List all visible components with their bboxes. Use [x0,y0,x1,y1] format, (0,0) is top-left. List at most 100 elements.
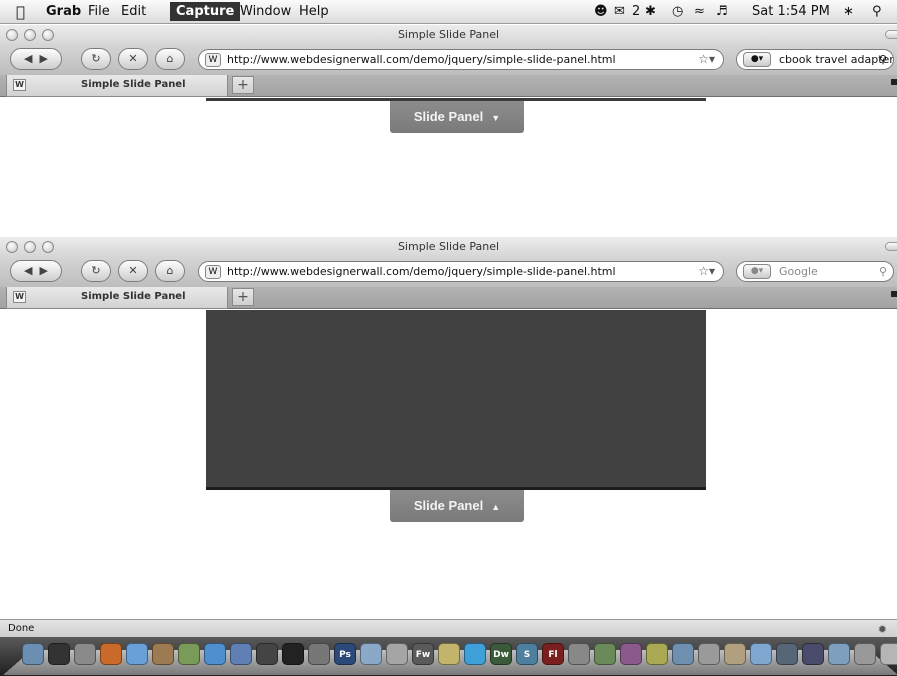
toolbar-toggle-button[interactable] [885,30,897,39]
dock-photoshop-icon[interactable]: Ps [334,643,356,665]
zoom-window-button[interactable] [42,241,54,253]
menu-window[interactable]: Window [234,0,297,24]
bookmark-star-icon[interactable]: ☆▾ [698,50,715,69]
dock-trash-icon[interactable] [880,643,897,665]
home-button[interactable]: ⌂ [155,260,185,282]
dock-chat-icon[interactable] [750,643,772,665]
dock-coda-icon[interactable] [594,643,616,665]
home-button[interactable]: ⌂ [155,48,185,70]
forward-arrow-icon[interactable]: ▶ [40,52,48,65]
menu-file[interactable]: File [82,0,116,24]
dock-ichat-icon[interactable] [126,643,148,665]
dock-finder-icon[interactable] [22,643,44,665]
dock-textmate-icon[interactable] [620,643,642,665]
search-bar[interactable]: ●▾ cbook travel adapter ⚲ [736,49,894,70]
growl-icon[interactable]: ✱ [645,0,656,24]
dock-script-editor-icon[interactable] [308,643,330,665]
dock-adium-icon[interactable] [438,643,460,665]
url-text[interactable]: http://www.webdesignerwall.com/demo/jque… [227,53,616,66]
dock-safari-icon[interactable] [204,643,226,665]
dock-skype-icon[interactable] [464,643,486,665]
dock-dashboard-icon[interactable] [48,643,70,665]
tab-list-icon[interactable] [891,291,897,297]
dock-mail-stamp-icon[interactable] [724,643,746,665]
toolbar-toggle-button[interactable] [885,242,897,251]
dock-itunes-icon[interactable] [230,643,252,665]
time-machine-icon[interactable]: ◷ [672,0,683,24]
search-engine-icon[interactable]: ●▾ [743,264,771,279]
zoom-window-button[interactable] [42,29,54,41]
tab-label: Simple Slide Panel [81,79,186,90]
dock-transmit-icon[interactable] [386,643,408,665]
menu-app-name[interactable]: Grab [40,0,87,24]
dock-preview-icon[interactable] [178,643,200,665]
magnifier-icon[interactable]: ⚲ [879,50,887,69]
dock-cyberduck-icon[interactable] [646,643,668,665]
window-title: Simple Slide Panel [397,28,500,41]
forward-arrow-icon[interactable]: ▶ [40,264,48,277]
menu-edit[interactable]: Edit [115,0,152,24]
menu-capture[interactable]: Capture [170,2,241,21]
menu-help[interactable]: Help [293,0,335,24]
dock-documents-icon[interactable] [854,643,876,665]
new-tab-button[interactable]: + [232,76,254,94]
back-arrow-icon[interactable]: ◀ [24,264,32,277]
url-text[interactable]: http://www.webdesignerwall.com/demo/jque… [227,265,616,278]
reload-button[interactable]: ↻ [81,48,111,70]
search-bar[interactable]: ●▾ Google ⚲ [736,261,894,282]
reload-button[interactable]: ↻ [81,260,111,282]
tab-simple-slide-panel[interactable]: W Simple Slide Panel [6,287,228,309]
spotlight-icon[interactable]: ⚲ [872,0,882,24]
search-input[interactable]: cbook travel adapter [779,53,893,66]
search-input-placeholder[interactable]: Google [779,265,818,278]
magnifier-icon[interactable]: ⚲ [879,262,887,281]
dock-system-prefs-icon[interactable] [74,643,96,665]
dock-icon-list: Ps Fw Dw S Fl [22,643,897,671]
back-forward-buttons[interactable]: ◀ ▶ [10,260,62,282]
new-tab-button[interactable]: + [232,288,254,306]
dock-folder-icon[interactable] [828,643,850,665]
close-window-button[interactable] [6,241,18,253]
slide-panel-button[interactable]: Slide Panel ▲ [390,490,524,522]
dock-time-machine-icon[interactable] [776,643,798,665]
minimize-window-button[interactable] [24,29,36,41]
dock-dashcode-icon[interactable] [672,643,694,665]
bookmark-star-icon[interactable]: ☆▾ [698,262,715,281]
tab-simple-slide-panel[interactable]: W Simple Slide Panel [6,75,228,97]
back-forward-buttons[interactable]: ◀ ▶ [10,48,62,70]
slide-panel-expanded [206,310,706,490]
stop-button[interactable]: ✕ [118,48,148,70]
mail-icon[interactable]: ✉ [614,0,625,24]
tab-bar: W Simple Slide Panel + [0,287,897,309]
dock-mail-icon[interactable] [360,643,382,665]
volume-icon[interactable]: ♬ [716,0,728,24]
menu-clock[interactable]: Sat 1:54 PM [752,0,830,24]
dock-dreamweaver-icon[interactable]: Dw [490,643,512,665]
wifi-icon[interactable]: ≈ [694,0,705,24]
dock-terminal-icon[interactable] [282,643,304,665]
dock-utility-icon[interactable] [698,643,720,665]
dock-address-book-icon[interactable] [152,643,174,665]
dock-istat-icon[interactable] [568,643,590,665]
search-engine-icon[interactable]: ●▾ [743,52,771,67]
stop-button[interactable]: ✕ [118,260,148,282]
minimize-window-button[interactable] [24,241,36,253]
dock-firefox-icon[interactable] [100,643,122,665]
dock-fireworks-icon[interactable]: Fw [412,643,434,665]
window-titlebar: Simple Slide Panel [0,237,897,256]
bluetooth-icon[interactable]: ∗ [843,0,854,24]
slide-panel-button[interactable]: Slide Panel ▼ [390,101,524,133]
url-bar[interactable]: Whttp://www.webdesignerwall.com/demo/jqu… [198,49,724,70]
dock-photo-booth-icon[interactable] [256,643,278,665]
url-bar[interactable]: Whttp://www.webdesignerwall.com/demo/jqu… [198,261,724,282]
close-window-button[interactable] [6,29,18,41]
dock-flash-icon[interactable]: Fl [542,643,564,665]
tab-list-icon[interactable] [891,79,897,85]
browser-window-top: Simple Slide Panel ◀ ▶ ↻ ✕ ⌂ Whttp://www… [0,25,897,237]
back-arrow-icon[interactable]: ◀ [24,52,32,65]
dock-itunes-store-icon[interactable] [802,643,824,665]
window-titlebar: Simple Slide Panel [0,25,897,44]
dock-snippets-icon[interactable]: S [516,643,538,665]
user-status-icon[interactable]: ☻ [594,0,608,24]
apple-logo-icon[interactable]:  [16,0,25,24]
